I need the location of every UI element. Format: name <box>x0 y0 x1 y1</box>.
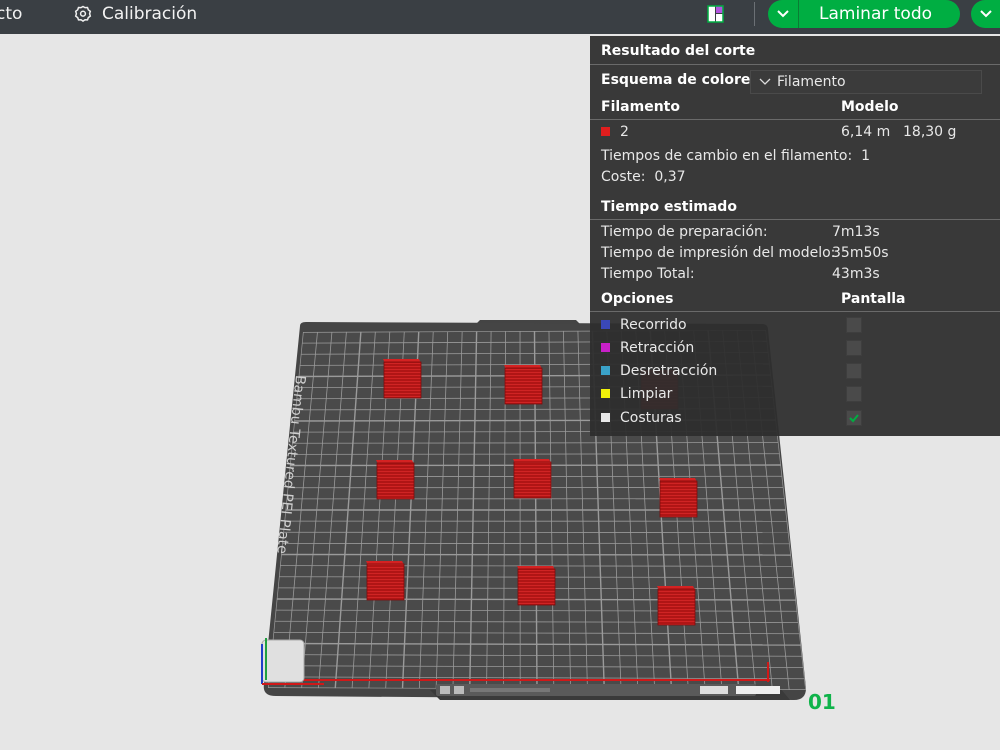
color-scheme-value: Filamento <box>777 74 846 90</box>
model-cube[interactable] <box>383 361 422 399</box>
estimated-time-header: Tiempo estimado <box>601 199 737 215</box>
cost-row: Coste: 0,37 <box>601 167 1000 187</box>
option-label: Retracción <box>620 340 695 356</box>
option-color-swatch <box>601 342 610 352</box>
option-label: Limpiar <box>620 386 673 402</box>
option-label: Desretracción <box>620 363 718 379</box>
change-times-label: Tiempos de cambio en el filamento: <box>601 148 853 164</box>
option-display-checkbox[interactable] <box>846 386 862 402</box>
layout-toggle-icon <box>707 5 724 23</box>
slice-options-dropdown[interactable] <box>768 0 799 28</box>
model-cube[interactable] <box>376 462 415 500</box>
total-time-value: 43m3s <box>832 266 880 282</box>
tab-calibration-label: Calibración <box>102 4 198 24</box>
check-icon <box>849 414 859 423</box>
tab-calibration[interactable]: Calibración <box>74 0 197 28</box>
option-label: Costuras <box>620 410 682 426</box>
gear-icon <box>74 5 92 22</box>
model-cube[interactable] <box>504 367 543 405</box>
top-toolbar: cto Calibración Laminar todo <box>0 0 1000 34</box>
option-display-checkbox[interactable] <box>846 410 862 426</box>
option-display-checkbox[interactable] <box>846 363 862 379</box>
panel-title: Resultado del corte <box>601 43 756 59</box>
model-header: Modelo <box>841 99 899 115</box>
option-row: Recorrido <box>601 315 1000 335</box>
filament-weight: 18,30 g <box>903 124 957 140</box>
option-display-checkbox[interactable] <box>846 317 862 333</box>
model-cube[interactable] <box>659 480 698 518</box>
option-row: Limpiar <box>601 384 1000 404</box>
tab-project[interactable]: cto <box>0 0 22 28</box>
chevron-down-icon <box>759 78 771 85</box>
cost-value: 0,37 <box>654 169 686 185</box>
slice-result-panel: Resultado del corte Esquema de colores F… <box>590 36 1000 436</box>
change-times-row: Tiempos de cambio en el filamento: 1 <box>601 146 1000 166</box>
plate-number[interactable]: 01 <box>808 690 836 714</box>
print-time-value: 35m50s <box>832 245 889 261</box>
cost-label: Coste: <box>601 169 646 185</box>
option-label: Recorrido <box>620 317 687 333</box>
option-row: Costuras <box>601 408 1000 428</box>
chevron-down-icon <box>777 10 789 18</box>
slice-all-group: Laminar todo <box>768 0 961 28</box>
option-color-swatch <box>601 365 610 375</box>
chevron-down-icon <box>980 10 992 18</box>
option-color-swatch <box>601 412 610 422</box>
option-row: Desretracción <box>601 361 1000 381</box>
filament-color-swatch <box>601 126 610 136</box>
filament-id: 2 <box>620 124 629 140</box>
option-color-swatch <box>601 388 610 398</box>
slice-all-button[interactable]: Laminar todo <box>799 0 961 28</box>
model-cube[interactable] <box>366 563 405 601</box>
color-scheme-select[interactable]: Filamento <box>750 70 982 94</box>
change-times-value: 1 <box>861 148 871 164</box>
model-cube[interactable] <box>513 461 552 499</box>
model-cube[interactable] <box>517 568 556 606</box>
layout-toggle-button[interactable] <box>704 2 728 26</box>
model-cube[interactable] <box>657 588 696 626</box>
option-row: Retracción <box>601 338 1000 358</box>
display-header: Pantalla <box>841 291 906 307</box>
export-options-dropdown[interactable] <box>971 0 1000 28</box>
option-color-swatch <box>601 319 610 329</box>
option-display-checkbox[interactable] <box>846 340 862 356</box>
prep-time-value: 7m13s <box>832 224 880 240</box>
toolbar-divider <box>754 2 755 26</box>
